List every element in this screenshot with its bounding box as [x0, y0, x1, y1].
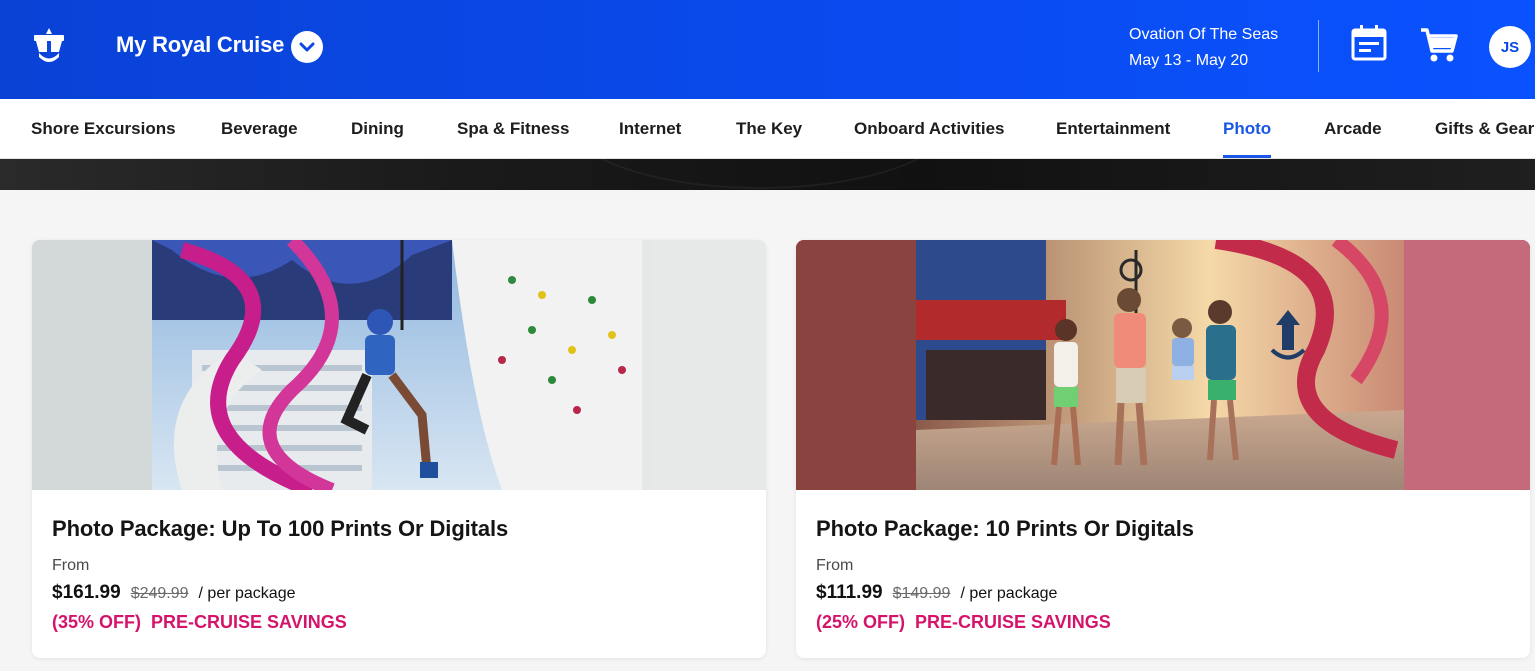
from-label: From [52, 557, 90, 574]
sailing-info[interactable]: Ovation Of The Seas May 13 - May 20 [1129, 22, 1278, 74]
discount-percent: (25% OFF) [816, 612, 906, 632]
nav-item-photo[interactable]: Photo [1223, 119, 1272, 158]
cart-icon[interactable] [1419, 26, 1459, 64]
card-title[interactable]: Photo Package: Up To 100 Prints Or Digit… [52, 516, 508, 542]
user-avatar[interactable]: JS [1489, 26, 1531, 68]
nav-item-arcade[interactable]: Arcade [1324, 119, 1382, 158]
product-image [796, 240, 1530, 490]
price-row: $161.99 $249.99 / per package [52, 582, 295, 604]
from-label: From [816, 557, 854, 574]
nav-item-onboard-activities[interactable]: Onboard Activities [854, 119, 1005, 158]
discount-percent: (35% OFF) [52, 612, 142, 632]
card-title[interactable]: Photo Package: 10 Prints Or Digitals [816, 516, 1194, 542]
price-row: $111.99 $149.99 / per package [816, 582, 1057, 604]
nav-item-dining[interactable]: Dining [351, 119, 404, 158]
header-divider [1318, 20, 1319, 72]
price-unit: / per package [198, 585, 296, 602]
savings-badge: (25% OFF) PRE-CRUISE SAVINGS [816, 612, 1111, 633]
brand-dropdown-button[interactable] [291, 31, 323, 63]
hero-banner-image [0, 159, 1535, 190]
savings-label: PRE-CRUISE SAVINGS [151, 612, 347, 632]
nav-item-the-key[interactable]: The Key [736, 119, 802, 158]
top-header: My Royal Cruise Ovation Of The Seas May … [0, 0, 1535, 99]
nav-item-beverage[interactable]: Beverage [221, 119, 298, 158]
nav-item-gifts-gear[interactable]: Gifts & Gear [1435, 119, 1534, 158]
savings-badge: (35% OFF) PRE-CRUISE SAVINGS [52, 612, 347, 633]
current-price: $111.99 [816, 582, 883, 603]
current-price: $161.99 [52, 582, 121, 603]
nav-item-spa-fitness[interactable]: Spa & Fitness [457, 119, 569, 158]
original-price: $149.99 [892, 585, 951, 602]
savings-label: PRE-CRUISE SAVINGS [915, 612, 1111, 632]
product-image [32, 240, 766, 490]
original-price: $249.99 [130, 585, 189, 602]
chevron-down-icon [299, 42, 315, 52]
product-card[interactable]: Photo Package: Up To 100 Prints Or Digit… [32, 240, 766, 658]
price-unit: / per package [960, 585, 1058, 602]
nav-item-internet[interactable]: Internet [619, 119, 681, 158]
sailing-dates: May 13 - May 20 [1129, 52, 1249, 69]
brand-title[interactable]: My Royal Cruise [116, 32, 284, 58]
product-card[interactable]: Photo Package: 10 Prints Or Digitals Fro… [796, 240, 1530, 658]
crown-anchor-logo-icon[interactable] [30, 26, 68, 66]
calendar-icon[interactable] [1350, 24, 1388, 62]
nav-item-shore-excursions[interactable]: Shore Excursions [31, 119, 176, 158]
nav-item-entertainment[interactable]: Entertainment [1056, 119, 1170, 158]
ship-name: Ovation Of The Seas [1129, 26, 1279, 43]
category-nav: Shore Excursions Beverage Dining Spa & F… [0, 99, 1535, 159]
